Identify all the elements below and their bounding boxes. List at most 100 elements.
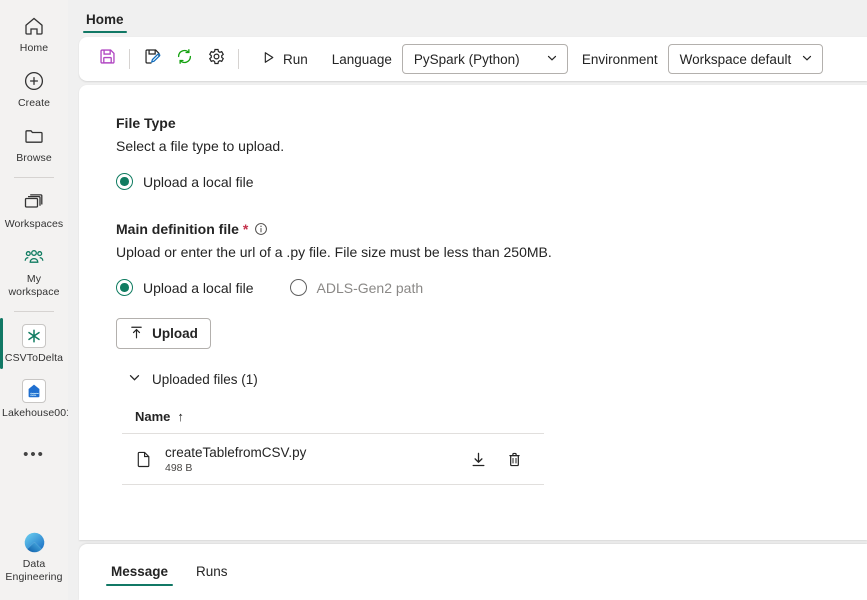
content-card: File Type Select a file type to upload. … [79,85,867,540]
main-definition-radio-group: Upload a local file ADLS-Gen2 path [116,279,867,296]
sidebar-item-label: My workspace [8,273,60,298]
main-definition-description: Upload or enter the url of a .py file. F… [116,244,552,260]
app-root: Home Create Browse Workspaces My workspa… [0,0,867,600]
chevron-down-icon [128,371,141,387]
radio-label: ADLS-Gen2 path [316,279,424,296]
chevron-down-icon [801,52,813,67]
gear-icon [207,47,226,71]
save-as-button[interactable] [136,44,168,74]
sidebar-item-home[interactable]: Home [0,6,68,61]
language-select[interactable]: PySpark (Python) [401,44,568,74]
main-definition-title: Main definition file * [116,221,867,237]
sidebar-item-browse[interactable]: Browse [0,116,68,171]
file-type-description: Select a file type to upload. [116,138,285,154]
sidebar-item-csvtodelta[interactable]: CSVToDelta [0,316,68,371]
required-asterisk: * [242,221,249,237]
trash-icon[interactable] [505,450,523,468]
toolbar-divider-1 [129,49,130,69]
workload-switcher-data-engineering[interactable]: Data Engineering [0,522,68,590]
sidebar-item-create[interactable]: Create [0,61,68,116]
toolbar: Run Language PySpark (Python) Environmen… [79,37,867,81]
run-label: Run [283,51,308,67]
settings-button[interactable] [200,44,232,74]
tab-message[interactable]: Message [101,556,178,588]
main-definition-title-text: Main definition file [116,221,239,237]
more-ellipsis-icon: ••• [23,446,45,463]
download-icon[interactable] [469,450,487,468]
save-button[interactable] [91,44,123,74]
refresh-icon [175,47,194,71]
radio-label: Upload a local file [143,173,254,190]
radio-indicator [116,279,133,296]
home-icon [21,13,47,39]
tab-home[interactable]: Home [80,12,130,33]
rail-bottom-section: Data Engineering [0,522,68,590]
upload-button[interactable]: Upload [116,318,211,349]
workload-label: Data Engineering [5,558,63,583]
folder-icon [21,123,47,149]
upload-arrow-icon [129,325,144,343]
workspaces-icon [21,189,47,215]
refresh-button[interactable] [168,44,200,74]
environment-value: Workspace default [679,51,792,67]
radio-indicator [116,173,133,190]
play-icon [261,50,276,68]
environment-select[interactable]: Workspace default [667,44,824,74]
sidebar-item-label: Workspaces [4,218,64,230]
sidebar-item-label: Browse [16,152,52,164]
sidebar-item-label: Create [17,97,51,109]
plus-circle-icon [21,68,47,94]
main-definition-section: Main definition file * Upload or enter t… [116,221,867,485]
toolbar-divider-2 [238,49,239,69]
radio-adls-gen2-path[interactable]: ADLS-Gen2 path [289,279,424,296]
radio-label: Upload a local file [143,279,254,296]
sidebar-item-more[interactable]: ••• [0,426,68,477]
left-nav-rail: Home Create Browse Workspaces My workspa… [0,0,73,600]
environment-label: Environment [581,51,658,67]
sidebar-item-my-workspace[interactable]: My workspace [0,237,68,305]
bottom-panel: Message Runs [79,544,867,600]
language-value: PySpark (Python) [413,51,520,67]
top-tabstrip: Home [68,0,867,33]
form-body: File Type Select a file type to upload. … [79,85,867,485]
radio-indicator [289,279,307,296]
uploaded-files-label: Uploaded files (1) [152,371,258,387]
language-label: Language [331,51,392,67]
radio-upload-local-file[interactable]: Upload a local file [116,279,254,296]
rail-divider-2 [14,311,54,312]
tab-runs[interactable]: Runs [186,556,238,588]
spark-job-icon [21,323,47,349]
uploaded-files-disclosure[interactable]: Uploaded files (1) [128,371,867,387]
sidebar-item-workspaces[interactable]: Workspaces [0,182,68,237]
data-engineering-icon [21,529,47,555]
sidebar-item-lakehouse001[interactable]: Lakehouse001 [0,371,73,426]
file-name: createTablefromCSV.py [165,444,307,460]
info-icon[interactable] [254,222,268,236]
radio-file-type-upload-local[interactable]: Upload a local file [116,173,254,190]
upload-button-label: Upload [152,326,198,341]
sort-ascending-icon[interactable]: ↑ [177,409,184,424]
column-header-name[interactable]: Name [135,409,170,424]
people-icon [21,244,47,270]
sidebar-item-label: Home [19,42,49,54]
file-type-section: File Type Select a file type to upload. … [116,115,867,190]
rail-divider-1 [14,177,54,178]
row-actions [469,450,531,468]
uploaded-files-table: Name ↑ createTablefromCSV.py 498 B [122,409,544,485]
run-button[interactable]: Run [251,44,318,74]
file-type-title-text: File Type [116,115,176,131]
sidebar-item-label: CSVToDelta [4,352,64,364]
file-info: createTablefromCSV.py 498 B [165,444,306,475]
file-type-title: File Type [116,115,867,131]
file-size: 498 B [165,461,193,474]
file-type-radio-group: Upload a local file [116,173,867,190]
file-icon [135,450,153,468]
table-header-row: Name ↑ [122,409,544,433]
save-as-pencil-icon [143,47,162,71]
main-pane: Home Run Language PySpark (Python) Envir… [68,0,867,600]
sidebar-item-label: Lakehouse001 [2,407,73,419]
save-icon [98,47,117,71]
table-row[interactable]: createTablefromCSV.py 498 B [122,433,544,485]
chevron-down-icon [546,52,558,67]
lakehouse-icon [21,378,47,404]
